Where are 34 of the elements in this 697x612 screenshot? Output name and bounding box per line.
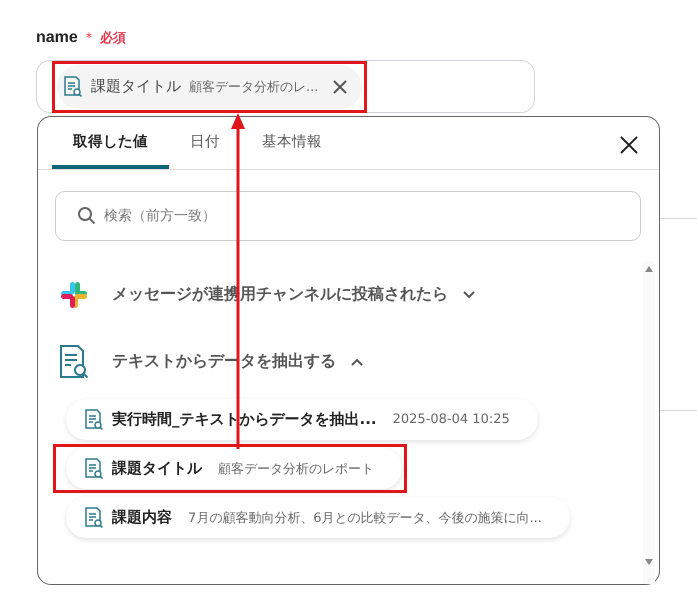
chevron-up-icon[interactable] [350, 356, 364, 366]
document-search-icon [84, 458, 104, 480]
chip-value: 顧客データ分析のレポート [218, 460, 374, 478]
required-mark: ＊ [82, 29, 96, 47]
chip-value: 顧客データ分析のレ... [189, 78, 318, 96]
chevron-down-icon[interactable] [462, 290, 476, 300]
tab[interactable]: 日付 [169, 117, 241, 169]
scroll-up-icon[interactable] [644, 265, 654, 273]
chip-name: 課題内容 [112, 508, 172, 527]
close-icon[interactable] [332, 78, 348, 94]
search-icon [77, 206, 97, 226]
document-search-icon [84, 506, 104, 528]
input-field[interactable]: 課題タイトル 顧客データ分析のレ... [36, 60, 535, 113]
chip-value: 2025-08-04 10:25 [392, 412, 510, 427]
close-icon[interactable] [619, 135, 639, 155]
chip-name: 課題タイトル [112, 459, 202, 478]
chip-name: 課題タイトル [91, 77, 181, 96]
tab[interactable]: 取得した値 [52, 117, 169, 169]
scrollbar[interactable] [643, 261, 655, 584]
value-chip[interactable]: 課題タイトル 顧客データ分析のレ... [57, 64, 362, 108]
document-search-icon [58, 344, 90, 378]
search-field[interactable]: 検索（前方一致） [55, 191, 641, 241]
field-label: name [36, 29, 78, 47]
scroll-down-icon[interactable] [644, 558, 654, 566]
value-chip[interactable]: 課題タイトル 顧客データ分析のレポート [66, 448, 402, 489]
document-search-icon [63, 76, 83, 98]
required-label: 必須 [100, 30, 126, 47]
document-search-icon [84, 408, 104, 430]
hash-logo-icon [58, 280, 90, 310]
chip-name: 実行時間_テキストからデータを抽出... [112, 410, 377, 429]
chip-value: 7月の顧客動向分析、6月との比較データ、今後の施策に向... [188, 510, 542, 526]
tab[interactable]: 基本情報 [241, 117, 343, 169]
value-chip[interactable]: 課題内容 7月の顧客動向分析、6月との比較データ、今後の施策に向... [66, 497, 570, 538]
value-chip[interactable]: 実行時間_テキストからデータを抽出... 2025-08-04 10:25 [66, 399, 538, 440]
